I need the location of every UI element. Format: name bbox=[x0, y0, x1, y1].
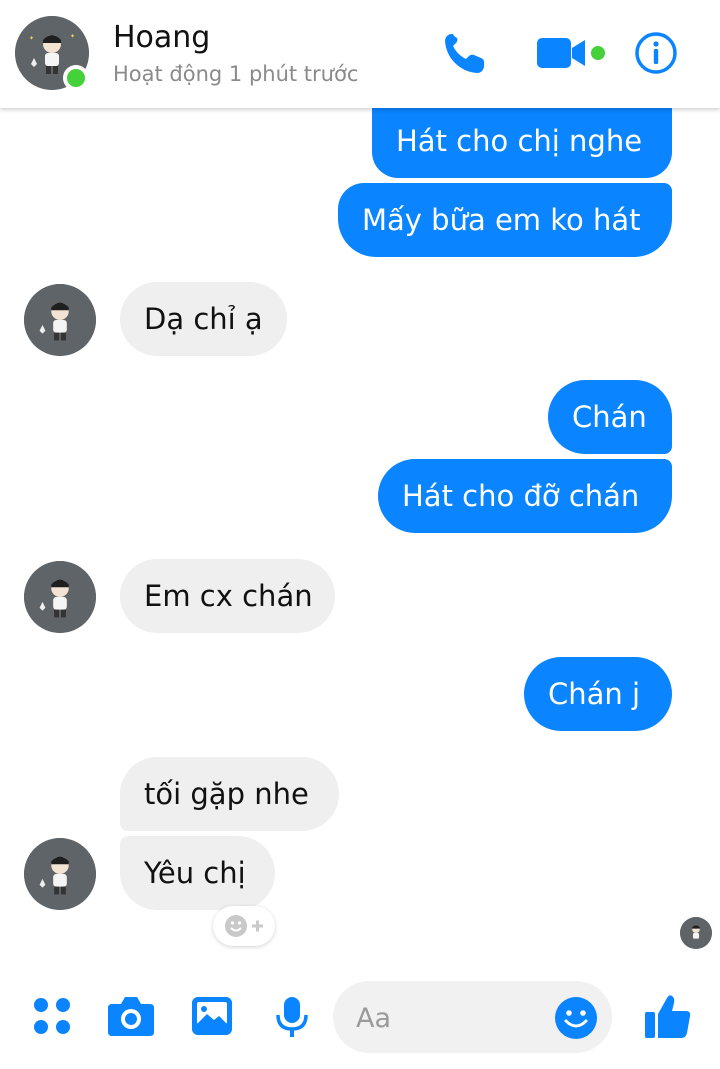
camera-icon[interactable] bbox=[106, 994, 156, 1042]
message-bubble-outgoing[interactable]: Hát cho đỡ chán bbox=[378, 459, 672, 533]
emoji-icon[interactable] bbox=[553, 995, 599, 1045]
svg-text:✦: ✦ bbox=[70, 33, 75, 40]
message-input-placeholder: Aa bbox=[356, 1003, 392, 1034]
seen-avatar bbox=[680, 917, 712, 949]
contact-name[interactable]: Hoang bbox=[113, 20, 210, 55]
add-reaction-button[interactable] bbox=[213, 906, 275, 946]
avatar-figure-icon bbox=[24, 838, 96, 910]
like-icon[interactable] bbox=[643, 992, 693, 1044]
gallery-icon[interactable] bbox=[190, 995, 234, 1041]
contact-avatar-small[interactable] bbox=[24, 284, 96, 356]
contact-avatar-small[interactable] bbox=[24, 561, 96, 633]
message-bubble-outgoing[interactable]: Chán bbox=[548, 380, 672, 454]
menu-dots-icon[interactable] bbox=[32, 996, 72, 1040]
message-bubble-outgoing[interactable]: Chán j bbox=[524, 657, 672, 731]
message-bubble-outgoing[interactable]: Mấy bữa em ko hát bbox=[338, 183, 672, 257]
contact-status: Hoạt động 1 phút trước bbox=[113, 62, 359, 86]
message-bubble-incoming[interactable]: Yêu chị bbox=[120, 836, 275, 910]
message-bubble-incoming[interactable]: Em cx chán bbox=[120, 559, 335, 633]
video-camera-icon[interactable] bbox=[535, 28, 611, 78]
avatar-figure-icon bbox=[680, 917, 712, 949]
online-indicator bbox=[63, 65, 89, 91]
svg-text:✦: ✦ bbox=[29, 35, 34, 42]
message-bubble-outgoing[interactable]: Hát cho chị nghe bbox=[372, 104, 672, 178]
avatar-figure-icon bbox=[24, 284, 96, 356]
message-bubble-incoming[interactable]: Dạ chỉ ạ bbox=[120, 282, 287, 356]
message-bubble-incoming[interactable]: tối gặp nhe bbox=[120, 757, 339, 831]
microphone-icon[interactable] bbox=[272, 995, 312, 1043]
phone-icon[interactable] bbox=[440, 28, 490, 78]
avatar-figure-icon bbox=[24, 561, 96, 633]
contact-avatar-small[interactable] bbox=[24, 838, 96, 910]
chat-header: ✦ ✦ Hoang Hoạt động 1 phút trước bbox=[0, 0, 720, 108]
info-icon[interactable] bbox=[633, 30, 679, 76]
add-reaction-icon bbox=[225, 915, 263, 937]
